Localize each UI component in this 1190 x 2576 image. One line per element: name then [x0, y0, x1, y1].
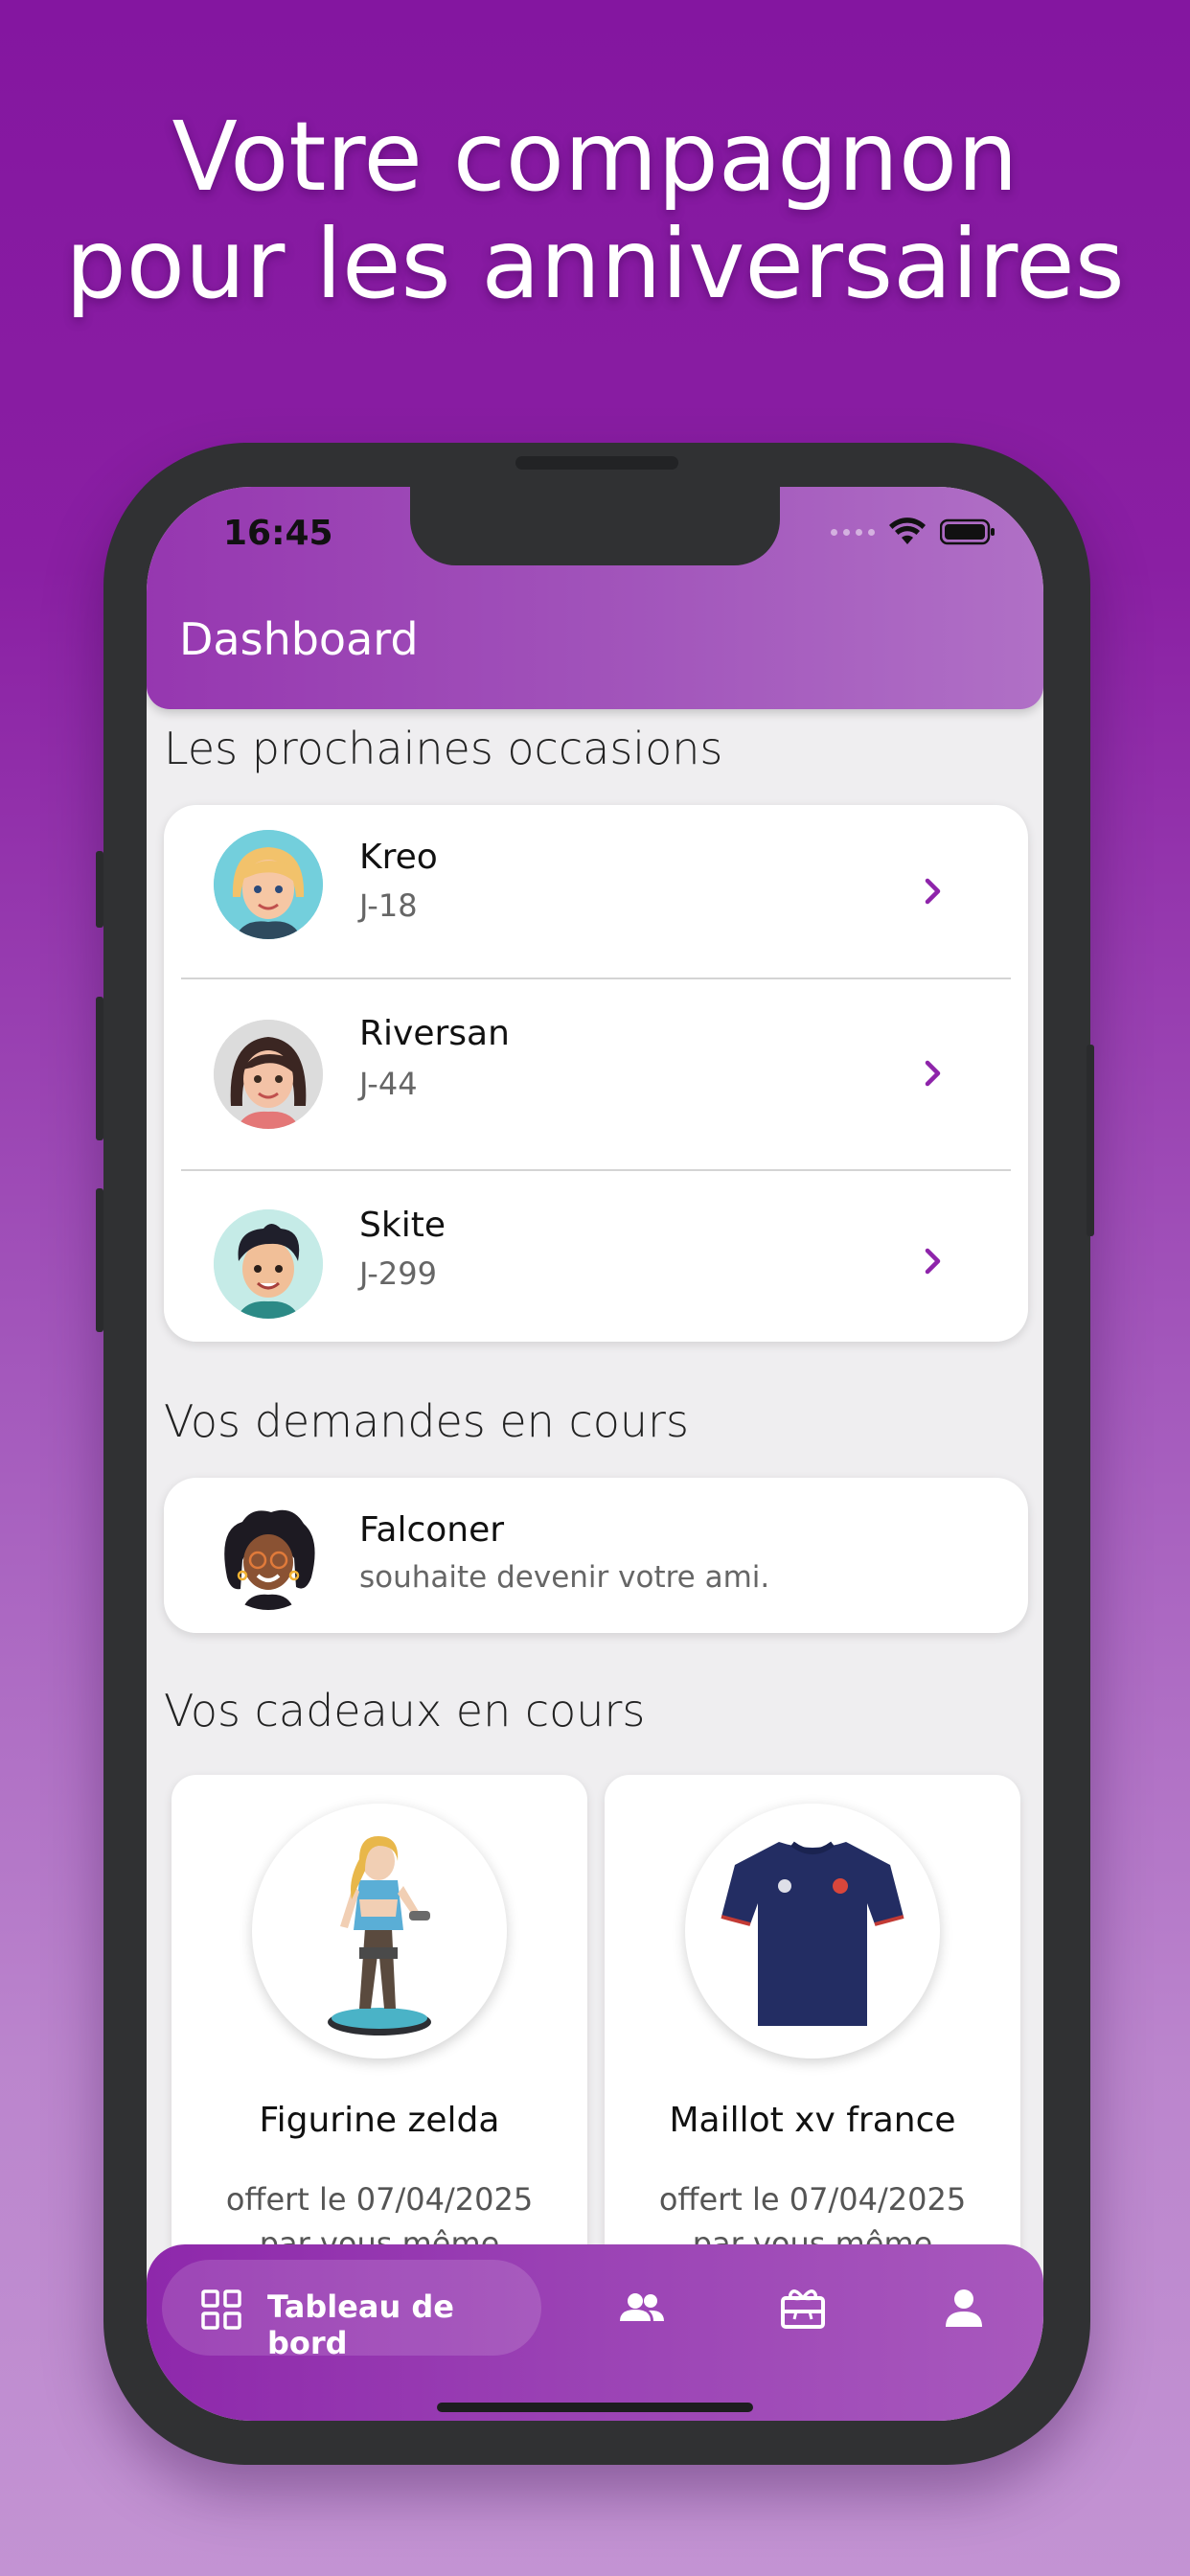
occasion-row-skite[interactable]: Skite J-299	[164, 1171, 1028, 1342]
battery-icon	[940, 518, 995, 545]
phone-volume-down	[96, 1188, 103, 1332]
occasion-name: Kreo	[359, 838, 438, 877]
occasion-countdown: J-18	[359, 887, 418, 924]
occasions-card: Kreo J-18 Riversan J-44 Skite J-299	[164, 805, 1028, 1342]
wifi-icon	[889, 518, 926, 544]
occasion-name: Skite	[359, 1206, 446, 1245]
upcoming-occasions-title: Les prochaines occasions	[164, 723, 723, 774]
app-screen: 16:45 Dashboard Les prochaines occasions	[147, 487, 1043, 2421]
phone-power-button	[1087, 1045, 1094, 1236]
phone-mute-switch	[96, 851, 103, 928]
gift-image-zelda-figurine	[252, 1804, 507, 2058]
occasion-row-kreo[interactable]: Kreo J-18	[164, 805, 1028, 978]
gift-name: Maillot xv france	[669, 2101, 956, 2140]
request-name: Falconer	[359, 1510, 505, 1550]
phone-notch	[410, 487, 780, 565]
chevron-right-icon	[925, 1248, 941, 1275]
occasion-countdown: J-44	[359, 1066, 418, 1102]
request-message: souhaite devenir votre ami.	[359, 1560, 770, 1595]
chevron-right-icon	[925, 1060, 941, 1087]
gift-name: Figurine zelda	[259, 2101, 500, 2140]
avatar-kreo	[214, 830, 323, 939]
pending-requests-title: Vos demandes en cours	[164, 1395, 689, 1447]
gift-date: offert le 07/04/2025	[658, 2181, 967, 2218]
profile-icon[interactable]	[938, 2283, 990, 2334]
request-card-falconer[interactable]: Falconer souhaite devenir votre ami.	[164, 1478, 1028, 1633]
status-icons	[831, 516, 995, 548]
avatar-skite	[214, 1209, 323, 1319]
headline-line-1: Votre compagnon	[172, 101, 1018, 213]
bottom-navigation: Tableau de bord	[147, 2244, 1043, 2421]
avatar-riversan	[214, 1020, 323, 1129]
friends-icon[interactable]	[616, 2283, 668, 2334]
signal-dots-icon	[831, 528, 875, 536]
status-time: 16:45	[223, 514, 333, 553]
nav-item-dashboard[interactable]: Tableau de bord	[162, 2260, 541, 2361]
avatar-falconer	[214, 1501, 323, 1610]
home-indicator[interactable]	[437, 2403, 753, 2412]
dashboard-icon	[201, 2289, 241, 2330]
headline-line-2: pour les anniversaires	[65, 208, 1125, 320]
chevron-right-icon	[925, 878, 941, 905]
gift-date: offert le 07/04/2025	[225, 2181, 534, 2218]
phone-volume-up	[96, 997, 103, 1140]
gift-icon[interactable]	[777, 2283, 829, 2334]
phone-speaker	[515, 456, 678, 470]
page-title: Dashboard	[179, 613, 419, 665]
occasion-countdown: J-299	[359, 1255, 437, 1292]
gifts-in-progress-title: Vos cadeaux en cours	[164, 1685, 646, 1736]
occasion-row-riversan[interactable]: Riversan J-44	[164, 979, 1028, 1169]
headline: Votre compagnon pour les anniversaires	[0, 104, 1190, 318]
occasion-name: Riversan	[359, 1014, 510, 1053]
gift-image-rugby-jersey	[685, 1804, 940, 2058]
nav-label-dashboard: Tableau de bord	[267, 2288, 454, 2361]
